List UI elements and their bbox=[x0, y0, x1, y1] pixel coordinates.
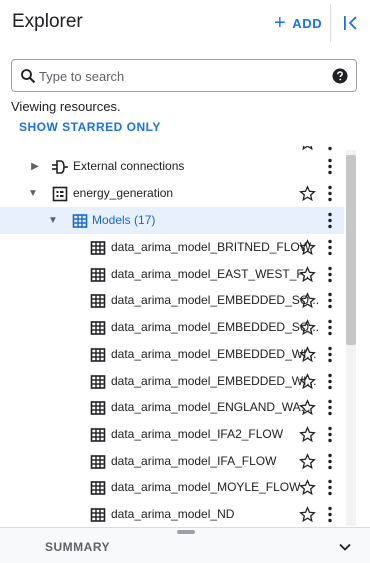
help-icon[interactable] bbox=[332, 68, 348, 84]
chevron-down-icon[interactable]: ▼ bbox=[26, 180, 40, 207]
show-starred-only-button[interactable]: SHOW STARRED ONLY bbox=[19, 120, 161, 134]
more-vert-icon[interactable] bbox=[325, 399, 335, 416]
tree-item-label: energy_generation bbox=[73, 186, 174, 200]
more-vert-icon[interactable] bbox=[325, 426, 335, 443]
tree-item-label: data_arima_model_EMBEDDED_WI... bbox=[111, 374, 317, 388]
model-icon bbox=[90, 294, 106, 308]
model-icon bbox=[90, 268, 106, 282]
tree-item-label: data_arima_model_EAST_WEST_F... bbox=[111, 267, 313, 281]
star-outline-icon[interactable] bbox=[299, 453, 316, 470]
star-outline-icon[interactable] bbox=[299, 319, 316, 336]
star-outline-icon[interactable] bbox=[299, 506, 316, 523]
explorer-header: Explorer + ADD bbox=[0, 0, 370, 46]
more-vert-icon[interactable] bbox=[325, 212, 335, 229]
model-group-icon bbox=[72, 214, 88, 228]
tree-item-label: data_arima_model_MOYLE_FLOW bbox=[111, 480, 301, 494]
model-icon bbox=[90, 401, 106, 415]
tree-item-model[interactable]: data_arima_model_ND bbox=[0, 501, 344, 526]
tree-item-model[interactable]: data_arima_model_ENGLAND_WA... bbox=[0, 394, 344, 421]
tree-item-label: Models (17) bbox=[92, 213, 156, 227]
more-vert-icon bbox=[328, 146, 332, 151]
search-box bbox=[11, 59, 357, 92]
more-vert-icon[interactable] bbox=[325, 373, 335, 390]
tree-item-label: data_arima_model_IFA2_FLOW bbox=[111, 427, 284, 441]
connection-icon bbox=[52, 160, 68, 174]
star-outline-icon[interactable] bbox=[299, 292, 316, 309]
dataset-icon bbox=[52, 186, 68, 202]
chevron-down-icon[interactable] bbox=[337, 539, 353, 555]
more-vert-icon[interactable] bbox=[325, 239, 335, 256]
model-icon bbox=[90, 241, 106, 255]
more-vert-icon[interactable] bbox=[325, 346, 335, 363]
tree-item-model[interactable]: data_arima_model_MOYLE_FLOW bbox=[0, 474, 344, 501]
status-text: Viewing resources. bbox=[11, 99, 121, 114]
tree-item-model[interactable]: data_arima_model_IFA2_FLOW bbox=[0, 421, 344, 448]
tree-item-model[interactable]: data_arima_model_EMBEDDED_SO... bbox=[0, 287, 344, 314]
more-vert-icon[interactable] bbox=[325, 185, 335, 202]
model-icon bbox=[90, 348, 106, 362]
plus-icon: + bbox=[274, 12, 287, 34]
header-divider bbox=[330, 4, 331, 42]
tree-item-label: data_arima_model_EMBEDDED_WI... bbox=[111, 347, 317, 361]
search-input[interactable] bbox=[39, 66, 329, 86]
more-vert-icon[interactable] bbox=[325, 158, 335, 175]
tree-item-label: data_arima_model_ENGLAND_WA... bbox=[111, 400, 311, 414]
resource-tree: ▶ External connections ▼ energy_generati… bbox=[0, 146, 344, 526]
model-icon bbox=[90, 508, 106, 522]
tree-item-model[interactable]: data_arima_model_IFA_FLOW bbox=[0, 448, 344, 475]
tree-item-label: External connections bbox=[73, 159, 185, 173]
star-outline-icon[interactable] bbox=[299, 479, 316, 496]
add-button-label: ADD bbox=[292, 15, 323, 31]
scrollbar-thumb[interactable] bbox=[346, 155, 356, 345]
star-outline-icon[interactable] bbox=[299, 239, 316, 256]
model-icon bbox=[90, 375, 106, 389]
tree-item-model[interactable]: data_arima_model_BRITNED_FLOW bbox=[0, 234, 344, 261]
search-icon bbox=[21, 69, 36, 84]
tree-item-label: data_arima_model_ND bbox=[111, 507, 235, 521]
tree-item-label: data_arima_model_EMBEDDED_SO... bbox=[111, 320, 320, 334]
star-outline-icon[interactable] bbox=[299, 266, 316, 283]
expand-arrow-icon[interactable]: ▶ bbox=[28, 153, 42, 180]
star-outline-icon[interactable] bbox=[299, 426, 316, 443]
star-outline-icon bbox=[302, 146, 313, 151]
summary-label: SUMMARY bbox=[45, 540, 111, 554]
star-outline-icon[interactable] bbox=[299, 185, 316, 202]
star-outline-icon[interactable] bbox=[299, 399, 316, 416]
model-icon bbox=[90, 455, 106, 469]
tree-item-model[interactable]: data_arima_model_EMBEDDED_SO... bbox=[0, 314, 344, 341]
tree-item-models-group[interactable]: ▼ Models (17) bbox=[0, 207, 344, 234]
panel-title: Explorer bbox=[12, 11, 83, 32]
tree-item-label: data_arima_model_BRITNED_FLOW bbox=[111, 240, 312, 254]
star-outline-icon[interactable] bbox=[299, 346, 316, 363]
model-icon bbox=[90, 428, 106, 442]
more-vert-icon[interactable] bbox=[325, 506, 335, 523]
more-vert-icon[interactable] bbox=[325, 453, 335, 470]
tree-item-dataset[interactable]: ▼ energy_generation bbox=[0, 180, 344, 207]
add-button[interactable]: + ADD bbox=[274, 12, 322, 34]
star-outline-icon[interactable] bbox=[299, 373, 316, 390]
tree-item-external-connections[interactable]: ▶ External connections bbox=[0, 153, 344, 180]
tree-item-label: data_arima_model_EMBEDDED_SO... bbox=[111, 293, 320, 307]
tree-item-model[interactable]: data_arima_model_EMBEDDED_WI... bbox=[0, 341, 344, 368]
model-icon bbox=[90, 481, 106, 495]
tree-item-model[interactable]: data_arima_model_EAST_WEST_F... bbox=[0, 261, 344, 288]
more-vert-icon[interactable] bbox=[325, 266, 335, 283]
more-vert-icon[interactable] bbox=[325, 479, 335, 496]
more-vert-icon[interactable] bbox=[325, 319, 335, 336]
collapse-panel-icon[interactable] bbox=[341, 13, 361, 33]
chevron-down-icon[interactable]: ▼ bbox=[46, 207, 60, 234]
tree-item-model[interactable]: data_arima_model_EMBEDDED_WI... bbox=[0, 368, 344, 395]
more-vert-icon[interactable] bbox=[325, 292, 335, 309]
model-icon bbox=[90, 321, 106, 335]
resize-handle[interactable] bbox=[177, 530, 195, 534]
tree-item-label: data_arima_model_IFA_FLOW bbox=[111, 454, 277, 468]
